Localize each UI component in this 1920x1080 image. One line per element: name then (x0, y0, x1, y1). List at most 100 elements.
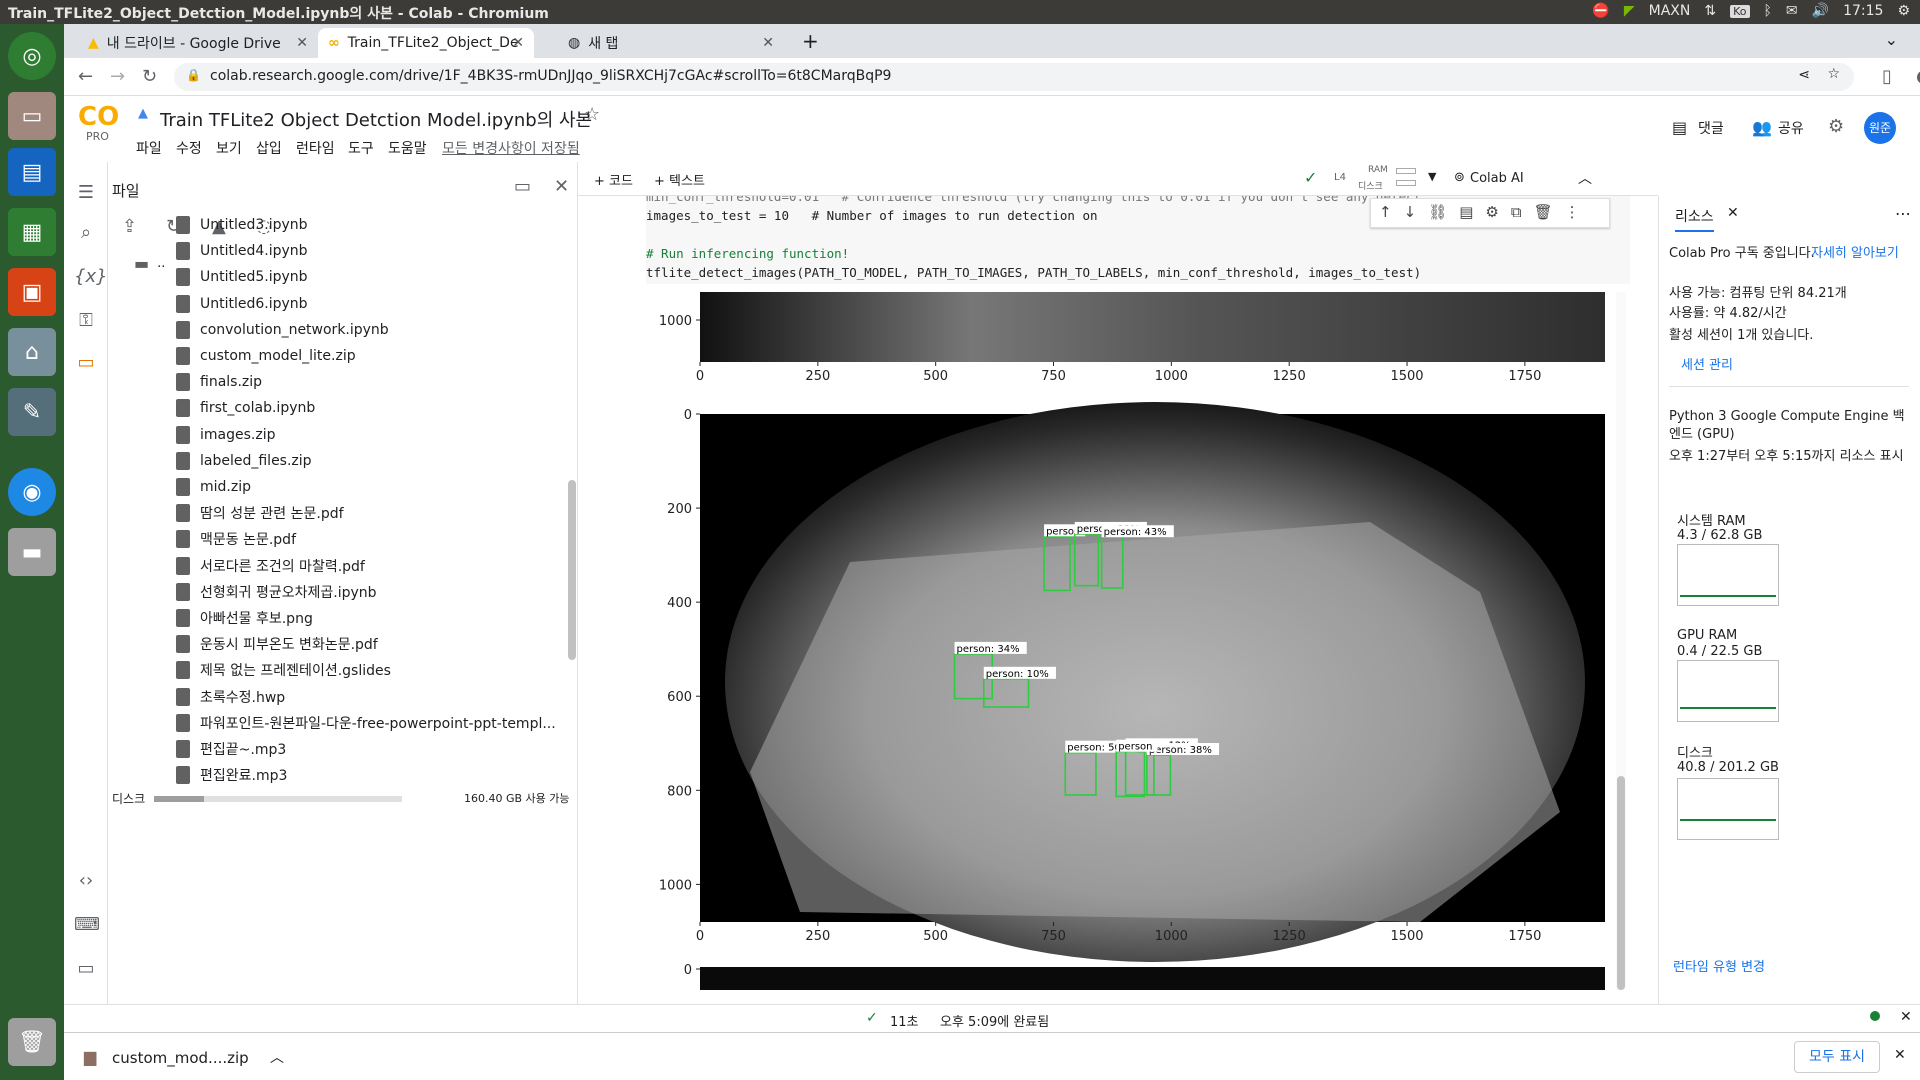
output-scrollbar-thumb[interactable] (1617, 776, 1625, 990)
drive-icon[interactable]: ▬ (8, 528, 56, 576)
file-list-item[interactable]: mid.zip (176, 474, 251, 500)
file-list-item[interactable]: 맥문동 논문.pdf (176, 526, 296, 552)
file-list-item[interactable]: 초록수정.hwp (176, 684, 285, 710)
menu-help[interactable]: 도움말 (388, 138, 427, 158)
move-down-icon[interactable]: ↓ (1404, 203, 1417, 223)
terminal-icon[interactable]: ▭ (74, 958, 98, 982)
volume-icon[interactable]: 🔊 (1812, 3, 1829, 19)
code-cell[interactable]: min_conf_threshold=0.01 # Confidence thr… (600, 196, 1630, 990)
settings-icon[interactable]: ⚙ (1485, 203, 1498, 223)
files-icon[interactable]: ▭ (8, 92, 56, 140)
url-field[interactable]: 🔒 colab.research.google.com/drive/1F_4BK… (174, 63, 1854, 91)
clock[interactable]: 17:15 (1843, 3, 1883, 19)
add-text-button[interactable]: + 텍스트 (654, 170, 705, 189)
tab-colab[interactable]: ∞ Train_TFLite2_Object_De ✕ (318, 28, 534, 58)
menu-view[interactable]: 보기 (216, 138, 242, 158)
power-mode[interactable]: MAXN (1649, 3, 1691, 19)
file-list-item[interactable]: Untitled5.ipynb (176, 264, 308, 290)
comment-icon[interactable]: ▤ (1459, 203, 1473, 223)
bookmark-star-icon[interactable]: ☆ (1827, 66, 1840, 82)
menu-tools[interactable]: 도구 (348, 138, 374, 158)
file-list-item[interactable]: images.zip (176, 422, 275, 448)
files-scrollbar[interactable] (568, 480, 576, 660)
download-file-name[interactable]: custom_mod....zip (112, 1049, 249, 1067)
close-icon[interactable]: ✕ (1900, 1009, 1912, 1025)
ram-label[interactable]: RAM (1368, 165, 1388, 175)
trash-icon[interactable]: 🗑 (8, 1018, 56, 1066)
side-panel-icon[interactable]: ▯ (1882, 66, 1892, 87)
colab-ai-button[interactable]: Colab AI (1470, 171, 1524, 186)
file-list-item[interactable]: 땀의 성분 관련 논문.pdf (176, 500, 344, 526)
ubuntu-icon[interactable]: ◎ (8, 32, 56, 80)
link-icon[interactable]: ⛓ (1428, 203, 1447, 223)
settings-icon[interactable]: ⚙ (1828, 116, 1844, 137)
code-snippets-icon[interactable]: ‹› (74, 870, 98, 894)
collapse-chevron-icon[interactable]: ︿ (1578, 168, 1592, 188)
add-code-button[interactable]: + 코드 (594, 170, 633, 189)
file-list-item[interactable]: 편집완료.mp3 (176, 762, 287, 788)
impress-icon[interactable]: ▣ (8, 268, 56, 316)
variables-icon[interactable]: {x} (74, 266, 108, 290)
more-icon[interactable]: ⋮ (1565, 203, 1580, 223)
tab-new-tab[interactable]: ◍ 새 탭 ✕ (558, 28, 784, 58)
notebook-title[interactable]: Train TFLite2 Object Detction Model.ipyn… (160, 106, 592, 132)
system-tools-icon[interactable]: ✎ (8, 388, 56, 436)
file-list-item[interactable]: 제목 없는 프레젠테이션.gslides (176, 657, 391, 683)
close-icon[interactable]: ✕ (512, 35, 524, 51)
tab-google-drive[interactable]: ▲ 내 드라이브 - Google Drive ✕ (78, 28, 318, 58)
saved-status-link[interactable]: 모든 변경사항이 저장됨 (442, 138, 580, 158)
tab-search-chevron-icon[interactable]: ⌄ (1885, 30, 1898, 49)
file-list-item[interactable]: 운동시 피부온도 변화논문.pdf (176, 631, 378, 657)
disk-small-label[interactable]: 디스크 (1358, 179, 1383, 192)
star-icon[interactable]: ☆ (584, 104, 600, 125)
keyboard-lang[interactable]: Ko (1730, 4, 1750, 18)
file-list-item[interactable]: custom_model_lite.zip (176, 343, 356, 369)
file-list-item[interactable]: Untitled4.ipynb (176, 238, 308, 264)
file-list-item[interactable]: Untitled6.ipynb (176, 291, 308, 317)
toc-icon[interactable]: ☰ (74, 182, 98, 206)
file-list-item[interactable]: 서로다른 조건의 마찰력.pdf (176, 553, 365, 579)
move-up-icon[interactable]: ↑ (1379, 203, 1392, 223)
profile-icon[interactable]: ● (1916, 66, 1920, 87)
delete-icon[interactable]: 🗑 (1534, 203, 1553, 223)
download-chevron-icon[interactable]: ︿ (270, 1047, 284, 1067)
bluetooth-icon[interactable]: ᛒ (1764, 3, 1772, 19)
file-list-item[interactable]: 선형회귀 평균오차제곱.ipynb (176, 579, 377, 605)
back-arrow-icon[interactable]: ← (78, 66, 93, 87)
file-list-item[interactable]: labeled_files.zip (176, 448, 312, 474)
forward-arrow-icon[interactable]: → (110, 66, 125, 87)
runtime-gpu-label[interactable]: L4 (1334, 172, 1346, 183)
writer-icon[interactable]: ▤ (8, 148, 56, 196)
colab-logo[interactable]: CO PRO (78, 104, 119, 143)
key-icon[interactable]: ⚿ (74, 310, 98, 334)
menu-insert[interactable]: 삽입 (256, 138, 282, 158)
file-list-item[interactable]: first_colab.ipynb (176, 395, 315, 421)
new-tab-plus-icon[interactable]: + (802, 29, 819, 53)
share-people-icon[interactable]: 👥 (1752, 118, 1772, 137)
reload-icon[interactable]: ↻ (142, 66, 157, 87)
mirror-cell-icon[interactable]: ⧉ (1511, 203, 1522, 223)
file-list-item[interactable]: 파워포인트-원본파일-다운-free-powerpoint-ppt-templ.… (176, 710, 556, 736)
file-list-item[interactable]: convolution_network.ipynb (176, 317, 389, 343)
menu-edit[interactable]: 수정 (176, 138, 202, 158)
command-palette-icon[interactable]: ⌨ (74, 914, 100, 938)
stop-icon[interactable]: ⛔ (1592, 3, 1609, 19)
file-list-item[interactable]: finals.zip (176, 369, 262, 395)
folder-icon[interactable]: ▭ (74, 352, 98, 376)
settings-gear-icon[interactable]: ⚙ (1897, 3, 1910, 19)
network-icon[interactable]: ⇅ (1704, 3, 1716, 19)
comment-icon[interactable]: ▤ (1672, 118, 1687, 137)
software-center-icon[interactable]: ⌂ (8, 328, 56, 376)
close-icon[interactable]: ✕ (1727, 205, 1739, 221)
show-all-button[interactable]: 모두 표시 (1794, 1041, 1880, 1073)
search-icon[interactable]: ⌕ (74, 222, 98, 246)
manage-sessions-link[interactable]: 세션 관리 (1681, 354, 1733, 373)
menu-runtime[interactable]: 런타임 (296, 138, 335, 158)
mail-icon[interactable]: ✉ (1786, 3, 1798, 19)
more-icon[interactable]: ⋯ (1895, 204, 1911, 223)
menu-file[interactable]: 파일 (136, 138, 162, 158)
close-icon[interactable]: ✕ (554, 176, 569, 197)
share-icon[interactable]: ⋖ (1798, 67, 1810, 83)
avatar[interactable]: 원준 (1864, 112, 1896, 144)
resources-tab[interactable]: 리소스 (1675, 206, 1714, 232)
